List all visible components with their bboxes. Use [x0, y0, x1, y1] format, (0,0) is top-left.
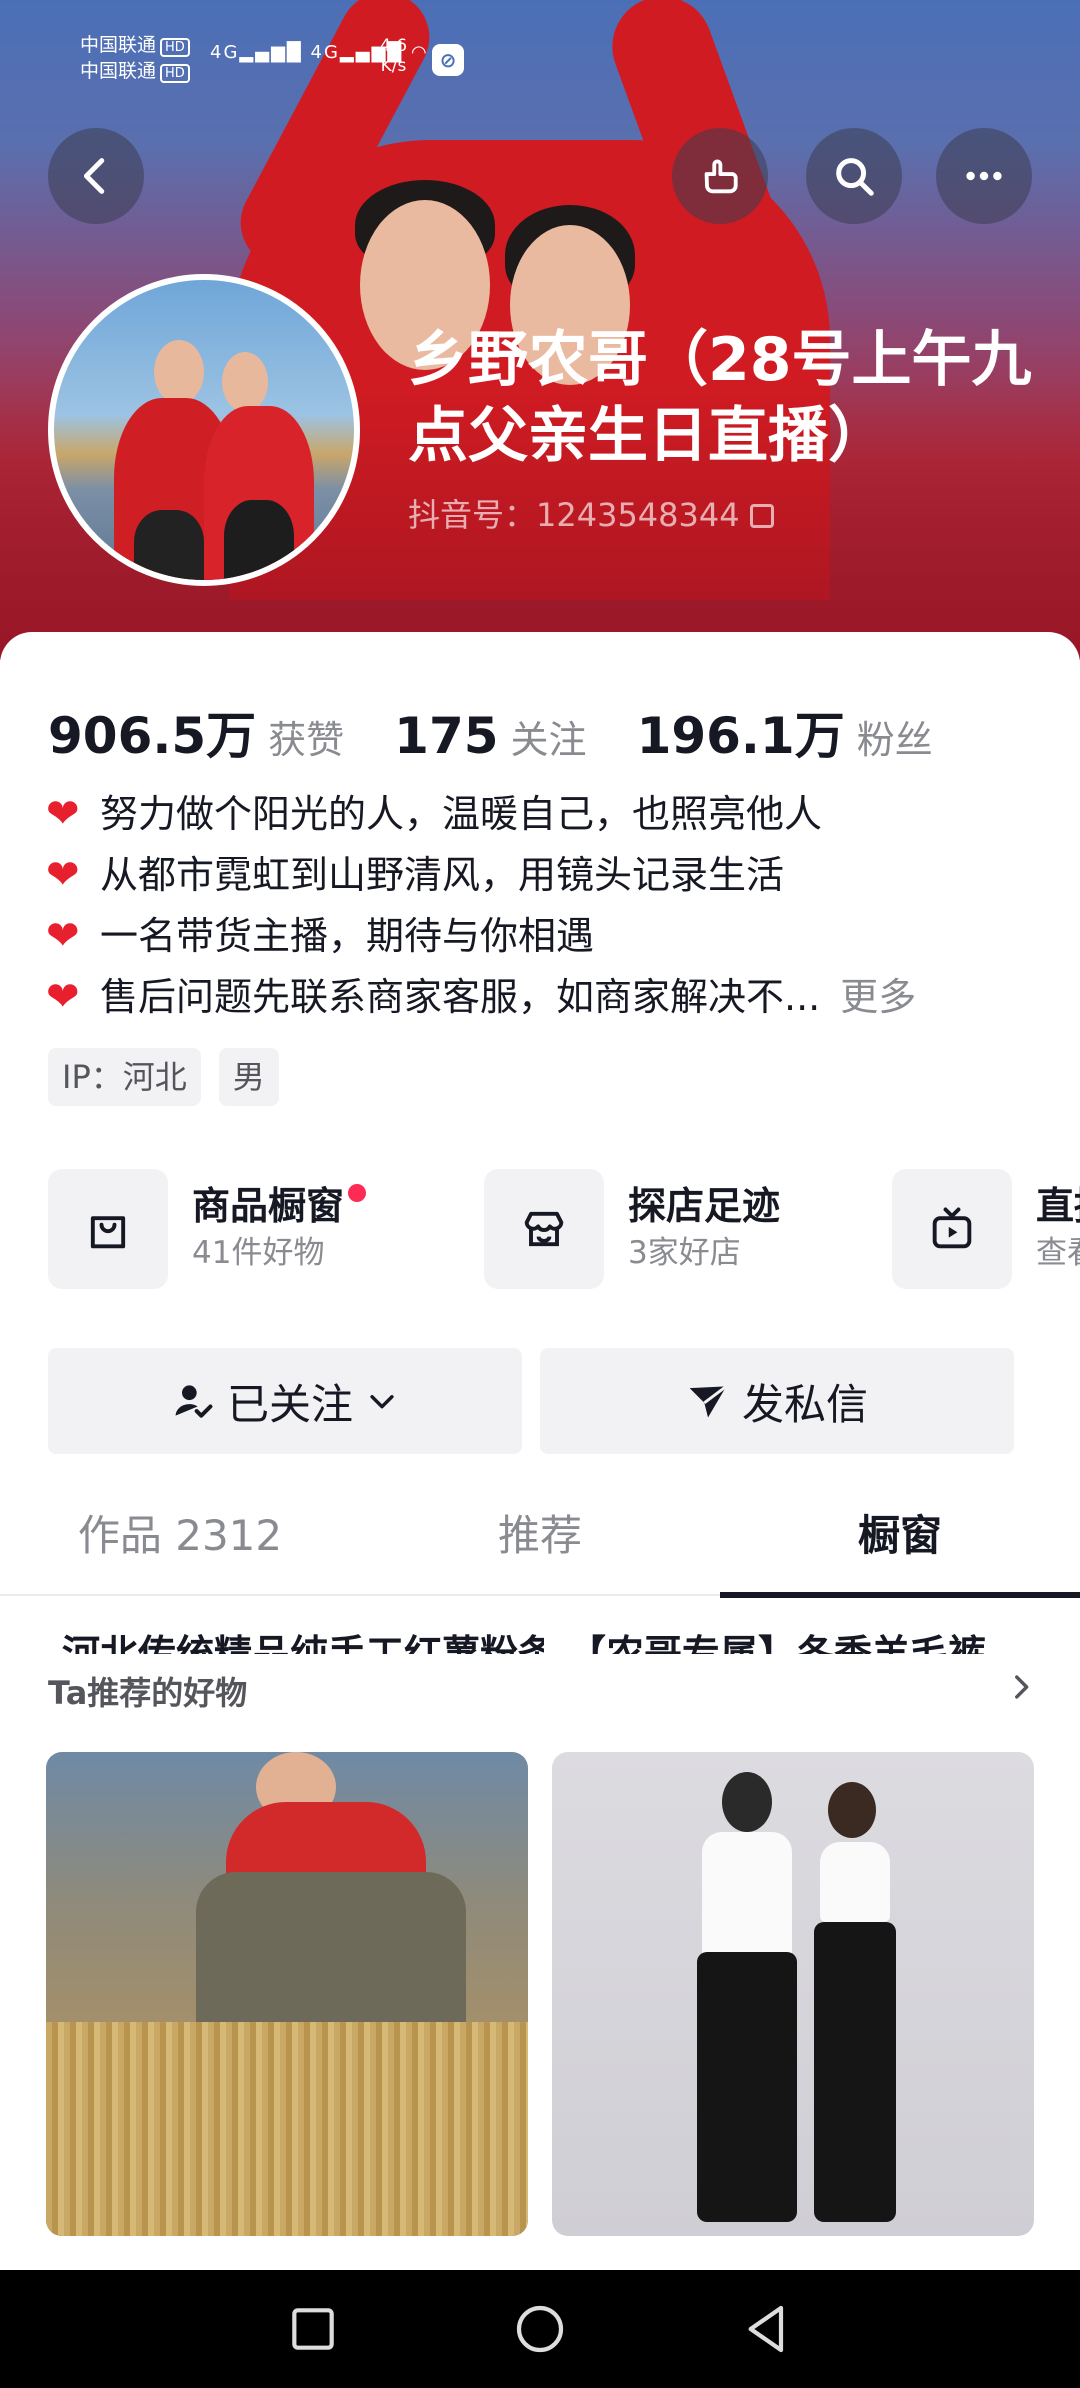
search-button[interactable] — [806, 128, 902, 224]
profile-tabs: 作品 2312 推荐 橱窗 — [0, 1486, 1080, 1598]
send-icon — [689, 1385, 728, 1418]
likes-count: 906.5万 — [48, 707, 257, 765]
fans-label[interactable]: 粉丝 — [857, 709, 933, 764]
back-nav-icon[interactable] — [739, 2301, 795, 2357]
user-check-icon — [175, 1385, 213, 1418]
avatar[interactable] — [48, 274, 360, 586]
live-entry[interactable]: 直播查看 — [892, 1168, 1080, 1290]
heart-icon: ❤ — [46, 791, 80, 837]
followed-button[interactable]: 已关注 — [48, 1348, 522, 1454]
product-card[interactable] — [46, 1752, 528, 2236]
heart-icon: ❤ — [46, 913, 80, 959]
tv-icon — [932, 1207, 972, 1249]
following-count[interactable]: 175 — [394, 707, 498, 765]
profile-sheet: 906.5万 获赞 175 关注 196.1万 粉丝 ❤ 努力做个阳光的人，温暖自己，也… — [0, 632, 1080, 2388]
system-nav-bar — [0, 2270, 1080, 2388]
profile-banner: 中国联通 HD 中国联通 HD 4G▂▄▆█ 4G▂▄▆█ ◠ 4.6 K/s ⊘ 乡… — [0, 0, 1080, 660]
profile-stats: 906.5万 获赞 175 关注 196.1万 粉丝 — [48, 696, 983, 768]
bio-line: ❤ 从都市霓虹到山野清风，用镜头记录生活 — [46, 845, 1046, 906]
profile-bio[interactable]: ❤ 努力做个阳光的人，温暖自己，也照亮他人 ❤ 从都市霓虹到山野清风，用镜头记录生活… — [46, 784, 1046, 1028]
heart-icon: ❤ — [46, 974, 80, 1020]
send-message-button[interactable]: 发私信 — [540, 1348, 1014, 1454]
live-title: 直播 — [1036, 1184, 1080, 1228]
hd-badge: HD — [160, 38, 190, 57]
home-icon[interactable] — [512, 2301, 568, 2357]
store-visits-subtitle: 3家好店 — [628, 1235, 741, 1271]
profile-nickname: 乡野农哥（28号上午九点父亲生日直播） — [408, 325, 1032, 471]
more-dots-icon — [966, 171, 1002, 181]
bio-line: ❤ 售后问题先联系商家客服，如商家解决不... 更多 — [46, 967, 1046, 1028]
hand-point-icon — [704, 159, 738, 194]
gender-tag: 男 — [218, 1048, 279, 1106]
product-title[interactable]: 【农哥专属】冬季羊毛裤 — [568, 1624, 1050, 1654]
tab-works[interactable]: 作品 2312 — [0, 1486, 360, 1596]
recent-apps-icon[interactable] — [285, 2301, 341, 2357]
followed-label: 已关注 — [226, 1379, 353, 1429]
heart-icon: ❤ — [46, 852, 80, 898]
product-cards — [46, 1752, 1034, 2236]
more-button[interactable] — [936, 128, 1032, 224]
store-icon — [524, 1211, 564, 1247]
douyin-id[interactable]: 抖音号：1243548344 — [408, 494, 774, 536]
live-subtitle: 查看 — [1036, 1235, 1080, 1271]
following-label[interactable]: 关注 — [511, 709, 587, 764]
store-visits-entry[interactable]: 探店足迹 3家好店 — [484, 1168, 780, 1290]
chevron-left-icon — [83, 158, 105, 194]
send-message-label: 发私信 — [741, 1379, 868, 1429]
bio-line: ❤ 努力做个阳光的人，温暖自己，也照亮他人 — [46, 784, 1046, 845]
poke-button[interactable] — [672, 128, 768, 224]
red-dot-badge — [348, 1184, 367, 1202]
status-bar: 中国联通 HD 中国联通 HD 4G▂▄▆█ 4G▂▄▆█ ◠ 4.6 K/s ⊘ — [80, 32, 464, 84]
bio-more-link[interactable]: 更多 — [840, 967, 916, 1028]
app-notification-icon: ⊘ — [432, 44, 464, 76]
ip-location-tag: IP：河北 — [48, 1048, 201, 1106]
bio-line: ❤ 一名带货主播，期待与你相遇 — [46, 906, 1046, 967]
tab-showcase[interactable]: 橱窗 — [720, 1486, 1080, 1598]
shop-window-subtitle: 41件好物 — [192, 1235, 325, 1271]
network-speed: 4.6 K/s — [380, 36, 408, 76]
douyin-id-text: 抖音号：1243548344 — [408, 496, 740, 534]
profile-page: 中国联通 HD 中国联通 HD 4G▂▄▆█ 4G▂▄▆█ ◠ 4.6 K/s ⊘ 乡… — [0, 0, 1080, 2388]
profile-tags: IP：河北 男 — [48, 1048, 297, 1106]
copy-icon[interactable] — [749, 504, 774, 528]
likes-label: 获赞 — [268, 718, 345, 762]
back-button[interactable] — [48, 128, 144, 224]
store-visits-title: 探店足迹 — [628, 1184, 781, 1228]
carrier-2: 中国联通 — [80, 60, 157, 82]
search-icon — [836, 158, 874, 196]
product-title[interactable]: 河北传统精品纯手工红薯粉条 — [62, 1624, 544, 1654]
chevron-down-icon — [370, 1395, 394, 1409]
profile-actions: 已关注 发私信 — [48, 1348, 1014, 1454]
tab-recommend[interactable]: 推荐 — [360, 1486, 720, 1596]
feature-entries: 商品橱窗 41件好物 探店足迹 3家好店 直播查看 — [48, 1168, 1080, 1290]
shopping-bag-icon — [90, 1216, 126, 1249]
product-card[interactable] — [552, 1752, 1034, 2236]
carrier-1: 中国联通 — [80, 34, 157, 56]
shop-window-title: 商品橱窗 — [192, 1182, 367, 1230]
shop-window-entry[interactable]: 商品橱窗 41件好物 — [48, 1168, 367, 1290]
chevron-right-icon[interactable] — [1004, 1670, 1038, 1704]
fans-count[interactable]: 196.1万 — [637, 696, 845, 768]
hd-badge: HD — [160, 64, 190, 83]
section-title: Ta推荐的好物 — [48, 1674, 248, 1712]
